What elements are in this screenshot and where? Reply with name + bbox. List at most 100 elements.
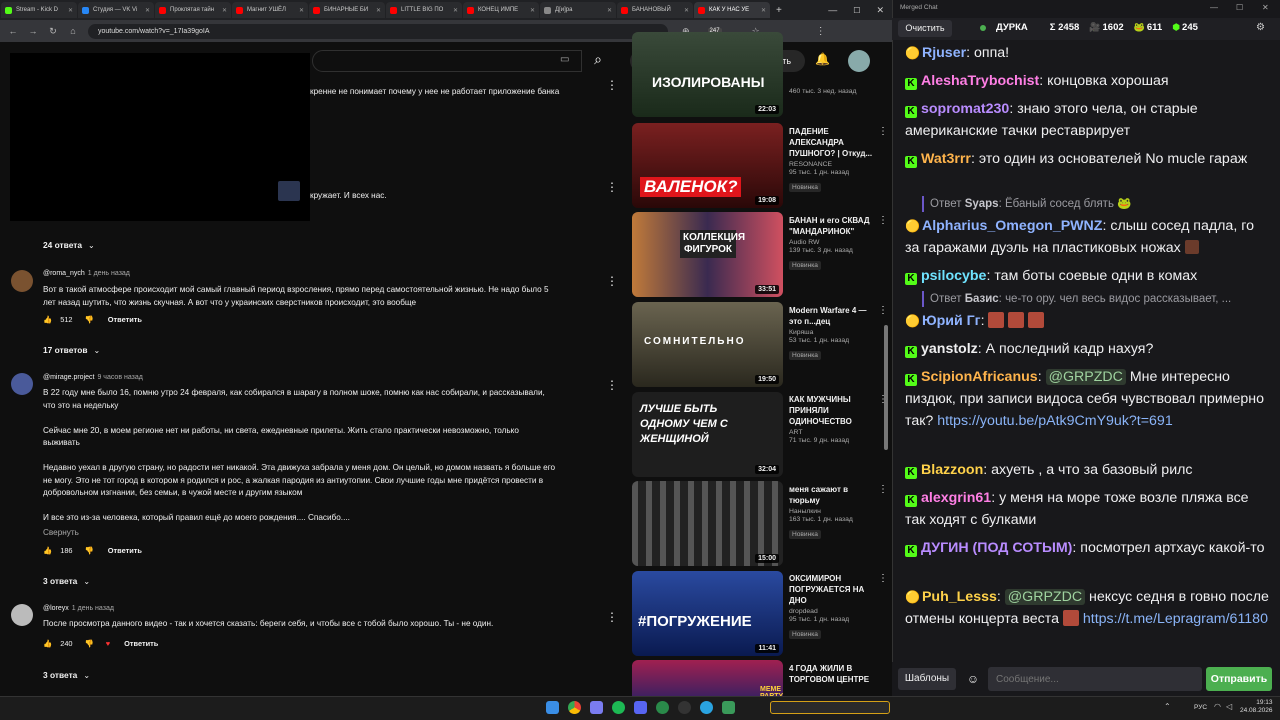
chat-link[interactable]: https://t.me/Lepragram/61180 [1083, 611, 1268, 627]
comment-menu-icon[interactable]: ⋮ [606, 274, 618, 288]
like-icon[interactable]: 👍 [43, 546, 52, 555]
reply-button[interactable]: Ответить [124, 639, 158, 648]
tab-0[interactable]: Stream - Kick D ✕ [1, 2, 77, 18]
chat-maximize-icon[interactable]: ☐ [1236, 3, 1243, 12]
tab-6[interactable]: КОНЕЦ ИМПЕ ✕ [463, 2, 539, 18]
video-menu-icon[interactable]: ⋮ [878, 573, 888, 584]
tab-1[interactable]: Студия — VK Vi ✕ [78, 2, 154, 18]
tray-chevron-icon[interactable]: ⌃ [1164, 702, 1171, 711]
like-icon[interactable]: 👍 [43, 639, 52, 648]
video-thumbnail[interactable]: СОМНИТЕЛЬНО 19:50 [632, 302, 783, 387]
video-thumbnail[interactable]: ЛУЧШЕ БЫТЬ ОДНОМУ ЧЕМ С ЖЕНЩИНОЙ 32:04 [632, 392, 783, 477]
tab-4[interactable]: БИНАРНЫЕ БИ ✕ [309, 2, 385, 18]
chat-message-input[interactable] [988, 667, 1202, 691]
home-icon[interactable]: ⌂ [66, 24, 80, 38]
video-menu-icon[interactable]: ⋮ [878, 484, 888, 495]
mention[interactable]: @GRPZDC [1004, 589, 1086, 605]
page-scrollbar[interactable] [884, 325, 888, 450]
volume-icon[interactable]: ◁ [1226, 702, 1232, 711]
replies-toggle[interactable]: 24 ответа ⌄ [43, 240, 95, 250]
dislike-icon[interactable]: 👎 [85, 546, 94, 555]
language-indicator[interactable]: РУС [1194, 704, 1207, 711]
video-thumbnail[interactable]: ВАЛЕНОК? 19:08 [632, 123, 783, 208]
account-avatar[interactable] [848, 50, 870, 72]
close-window-icon[interactable]: ✕ [876, 5, 884, 16]
comment-menu-icon[interactable]: ⋮ [606, 610, 618, 624]
video-menu-icon[interactable]: ⋮ [878, 305, 888, 316]
reload-icon[interactable]: ↻ [46, 24, 60, 38]
chat-link[interactable]: https://youtu.be/pAtk9CmY9uk?t=691 [937, 413, 1172, 429]
tab-8[interactable]: БАНАНОВЫЙ ✕ [617, 2, 693, 18]
forward-icon[interactable]: → [26, 24, 40, 38]
keyboard-icon[interactable]: ▭ [560, 54, 569, 65]
video-info[interactable]: Modern Warfare 4 — это п...дец Киряша 53… [789, 305, 879, 362]
wifi-icon[interactable]: ◠ [1214, 702, 1221, 711]
replies-toggle[interactable]: 3 ответа ⌄ [43, 576, 90, 586]
close-tab-icon[interactable]: ✕ [530, 7, 535, 14]
replies-toggle[interactable]: 3 ответа ⌄ [43, 670, 90, 680]
tab-2[interactable]: Проклятая тайн ✕ [155, 2, 231, 18]
video-info[interactable]: ОКСИМИРОН ПОГРУЖАЕТСЯ НА ДНО dropdead 95… [789, 573, 879, 641]
video-thumbnail[interactable]: ИЗОЛИРОВАНЫ 22:03 [632, 32, 783, 117]
video-info[interactable]: БАНАН и его СКВАД "МАНДАРИНОК" Audio RW … [789, 215, 879, 272]
obs-icon[interactable] [678, 701, 691, 714]
reply-button[interactable]: Ответить [108, 315, 142, 324]
chrome-icon[interactable] [568, 701, 581, 714]
video-thumbnail[interactable]: 15:00 [632, 481, 783, 566]
chat-minimize-icon[interactable]: — [1210, 3, 1218, 12]
video-info[interactable]: ПАДЕНИЕ АЛЕКСАНДРА ПУШНОГО? | Откуд... R… [789, 126, 879, 194]
dislike-icon[interactable]: 👎 [85, 639, 94, 648]
new-tab-icon[interactable]: + [776, 5, 782, 16]
close-tab-icon[interactable]: ✕ [145, 7, 150, 14]
close-tab-icon[interactable]: ✕ [68, 7, 73, 14]
close-tab-icon[interactable]: ✕ [453, 7, 458, 14]
clear-chat-button[interactable]: Очистить [898, 20, 952, 37]
video-thumbnail[interactable]: MEME PARTY [632, 660, 783, 696]
url-field[interactable]: youtube.com/watch?v=_17Ia39goIA [88, 23, 668, 39]
notifications-bell-icon[interactable]: 🔔 [815, 52, 830, 66]
close-tab-icon[interactable]: ✕ [222, 7, 227, 14]
windows-start-icon[interactable] [546, 701, 559, 714]
comment-menu-icon[interactable]: ⋮ [606, 78, 618, 92]
menu-dots-icon[interactable]: ⋮ [816, 26, 826, 37]
app-icon[interactable] [722, 701, 735, 714]
search-button[interactable]: ⌕ [582, 51, 614, 71]
avatar[interactable] [11, 604, 33, 626]
avatar[interactable] [11, 373, 33, 395]
like-icon[interactable]: 👍 [43, 315, 52, 324]
tab-7[interactable]: Д[и]ра ✕ [540, 2, 616, 18]
video-thumbnail[interactable]: #ПОГРУЖЕНИЕ 11:41 [632, 571, 783, 656]
explorer-icon[interactable] [590, 701, 603, 714]
stream-overlay-icon[interactable] [770, 701, 890, 714]
comment-author[interactable]: @roma_nych [43, 270, 85, 277]
chat-settings-icon[interactable]: ⚙ [1256, 22, 1265, 33]
video-menu-icon[interactable]: ⋮ [878, 126, 888, 137]
spotify-icon[interactable] [612, 701, 625, 714]
close-tab-icon[interactable]: ✕ [761, 7, 766, 14]
discord-icon[interactable] [634, 701, 647, 714]
templates-button[interactable]: Шаблоны [898, 668, 956, 690]
dislike-icon[interactable]: 👎 [85, 315, 94, 324]
emoji-picker-icon[interactable]: ☺ [962, 668, 984, 690]
collapse-link[interactable]: Свернуть [43, 527, 79, 540]
video-info[interactable]: меня сажают в тюрьму Нанылкин 163 тыс. 1… [789, 484, 879, 541]
comment-menu-icon[interactable]: ⋮ [606, 378, 618, 392]
chat-close-icon[interactable]: ✕ [1262, 3, 1269, 12]
system-clock[interactable]: 19:13 24.08.2026 [1240, 699, 1273, 715]
video-info[interactable]: КАК МУЖЧИНЫ ПРИНЯЛИ ОДИНОЧЕСТВО ART 71 т… [789, 394, 879, 444]
minimize-icon[interactable]: — [828, 5, 837, 15]
replies-toggle[interactable]: 17 ответов ⌄ [43, 345, 100, 355]
comment-author[interactable]: @mirage.project [43, 374, 94, 381]
back-icon[interactable]: ← [6, 24, 20, 38]
mention[interactable]: @GRPZDC [1045, 369, 1126, 385]
search-box[interactable] [312, 50, 582, 72]
close-tab-icon[interactable]: ✕ [607, 7, 612, 14]
avatar[interactable] [11, 270, 33, 292]
close-tab-icon[interactable]: ✕ [684, 7, 689, 14]
video-miniplayer[interactable] [10, 53, 310, 221]
send-button[interactable]: Отправить [1206, 667, 1272, 691]
comment-menu-icon[interactable]: ⋮ [606, 180, 618, 194]
video-menu-icon[interactable]: ⋮ [878, 215, 888, 226]
video-thumbnail[interactable]: КОЛЛЕКЦИЯ ФИГУРОК 33:51 [632, 212, 783, 297]
reply-button[interactable]: Ответить [108, 546, 142, 555]
